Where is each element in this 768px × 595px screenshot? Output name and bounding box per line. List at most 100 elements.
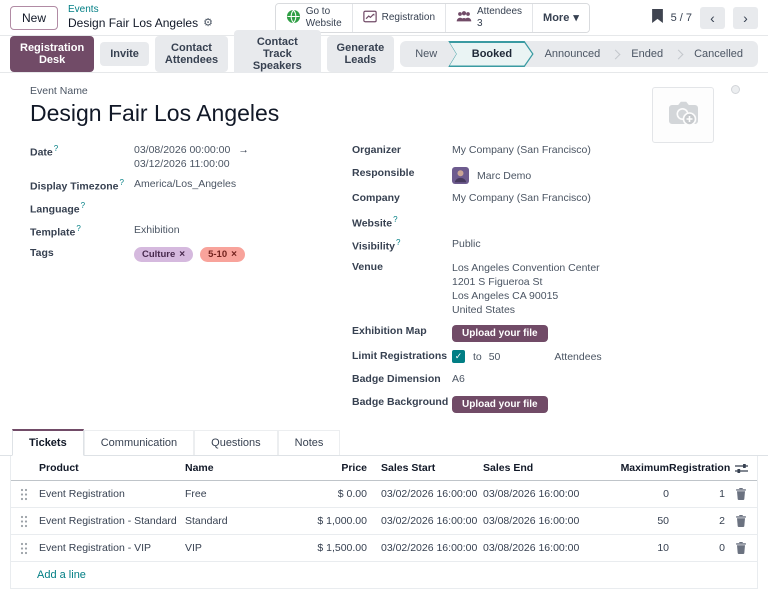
drag-handle-icon[interactable] <box>11 488 37 501</box>
cell-price[interactable]: $ 1,500.00 <box>293 542 367 554</box>
cell-name[interactable]: VIP <box>185 542 293 554</box>
stage-announced[interactable]: Announced <box>532 41 614 67</box>
template-select[interactable]: Exhibition <box>134 224 180 236</box>
tab-notes[interactable]: Notes <box>278 430 341 455</box>
header-name[interactable]: Name <box>185 462 293 474</box>
gear-icon[interactable]: ⚙ <box>203 17 213 30</box>
organizer-select[interactable]: My Company (San Francisco) <box>452 144 591 156</box>
tag-culture[interactable]: Culture × <box>134 247 193 262</box>
tab-tickets[interactable]: Tickets <box>12 429 84 456</box>
limit-registrations-checkbox[interactable]: ✓ <box>452 350 465 363</box>
pager-next-button[interactable]: › <box>733 7 758 29</box>
stage-ended[interactable]: Ended <box>618 41 676 67</box>
chart-icon <box>363 10 377 26</box>
cell-sales-start[interactable]: 03/02/2026 16:00:00 <box>367 542 469 554</box>
field-responsible: Responsible Marc Demo <box>352 167 674 184</box>
exhibition-map-upload-button[interactable]: Upload your file <box>452 325 548 342</box>
cell-sales-start[interactable]: 03/02/2026 16:00:00 <box>367 488 469 500</box>
cell-product[interactable]: Event Registration - Standard <box>37 515 185 527</box>
header-maximum[interactable]: Maximum <box>589 462 669 474</box>
company-select[interactable]: My Company (San Francisco) <box>452 192 591 204</box>
display-timezone-select[interactable]: America/Los_Angeles <box>134 178 236 190</box>
more-dropdown[interactable]: More ▾ <box>532 4 589 32</box>
add-a-line-link[interactable]: Add a line <box>37 569 86 581</box>
invite-button[interactable]: Invite <box>100 42 149 66</box>
help-icon[interactable]: ? <box>54 144 58 153</box>
cell-maximum[interactable]: 0 <box>589 488 669 500</box>
cell-name[interactable]: Free <box>185 488 293 500</box>
stage-cancelled[interactable]: Cancelled <box>681 41 756 67</box>
attendees-stat-button[interactable]: Attendees 3 <box>445 4 532 32</box>
page-title: Design Fair Los Angeles <box>68 16 198 30</box>
pager-previous-button[interactable]: ‹ <box>700 7 725 29</box>
kanban-state-circle[interactable] <box>731 85 740 94</box>
cell-price[interactable]: $ 1,000.00 <box>293 515 367 527</box>
help-icon[interactable]: ? <box>120 178 124 187</box>
date-end-input[interactable]: 03/12/2026 11:00:00 <box>134 158 230 170</box>
table-row[interactable]: Event Registration Free $ 0.00 03/02/202… <box>11 481 757 508</box>
cell-price[interactable]: $ 0.00 <box>293 488 367 500</box>
cell-sales-start[interactable]: 03/02/2026 16:00:00 <box>367 515 469 527</box>
field-visibility: Visibility? Public <box>352 238 674 253</box>
delete-row-icon[interactable] <box>725 488 757 500</box>
bookmark-icon[interactable] <box>652 9 663 26</box>
event-image-upload[interactable] <box>652 87 714 143</box>
stage-booked[interactable]: Booked <box>448 41 533 67</box>
contact-attendees-button[interactable]: Contact Attendees <box>155 36 228 72</box>
cell-maximum[interactable]: 50 <box>589 515 669 527</box>
registration-stat-button[interactable]: Registration <box>352 4 445 32</box>
date-start-input[interactable]: 03/08/2026 00:00:00 <box>134 144 230 156</box>
cell-maximum[interactable]: 10 <box>589 542 669 554</box>
cell-name[interactable]: Standard <box>185 515 293 527</box>
visibility-select[interactable]: Public <box>452 238 481 250</box>
badge-background-upload-button[interactable]: Upload your file <box>452 396 548 413</box>
cell-product[interactable]: Event Registration - VIP <box>37 542 185 554</box>
field-columns: Date? 03/08/2026 00:00:00 → 03/12/2026 1… <box>30 144 738 421</box>
delete-row-icon[interactable] <box>725 515 757 527</box>
help-icon[interactable]: ? <box>76 224 80 233</box>
cell-product[interactable]: Event Registration <box>37 488 185 500</box>
tab-communication[interactable]: Communication <box>84 430 194 455</box>
header-product[interactable]: Product <box>37 462 185 474</box>
venue-address[interactable]: Los Angeles Convention Center 1201 S Fig… <box>452 261 600 317</box>
generate-leads-button[interactable]: Generate Leads <box>327 36 395 72</box>
cell-sales-end[interactable]: 03/08/2026 16:00:00 <box>469 488 589 500</box>
header-sales-start[interactable]: Sales Start <box>367 462 469 474</box>
responsible-select[interactable]: Marc Demo <box>477 170 531 182</box>
help-icon[interactable]: ? <box>393 215 397 224</box>
breadcrumb: Events Design Fair Los Angeles ⚙ <box>68 4 213 30</box>
breadcrumb-parent[interactable]: Events <box>68 4 213 16</box>
cell-sales-end[interactable]: 03/08/2026 16:00:00 <box>469 515 589 527</box>
delete-row-icon[interactable] <box>725 542 757 554</box>
table-row[interactable]: Event Registration - VIP VIP $ 1,500.00 … <box>11 535 757 562</box>
tag-5-10[interactable]: 5-10 × <box>200 247 245 262</box>
drag-handle-icon[interactable] <box>11 542 37 555</box>
date-label: Date? <box>30 144 134 159</box>
field-exhibition-map: Exhibition Map Upload your file <box>352 325 674 342</box>
cell-registration: 0 <box>669 542 725 554</box>
badge-dimension-select[interactable]: A6 <box>452 373 465 385</box>
new-button[interactable]: New <box>10 6 58 30</box>
contact-track-speakers-button[interactable]: Contact Track Speakers <box>234 30 320 78</box>
limit-value-input[interactable]: 50 <box>489 351 501 363</box>
event-name-input[interactable]: Design Fair Los Angeles <box>30 100 738 127</box>
header-price[interactable]: Price <box>293 462 367 474</box>
help-icon[interactable]: ? <box>81 201 85 210</box>
cell-sales-end[interactable]: 03/08/2026 16:00:00 <box>469 542 589 554</box>
drag-handle-icon[interactable] <box>11 515 37 528</box>
help-icon[interactable]: ? <box>396 238 400 247</box>
stage-new[interactable]: New <box>402 41 450 67</box>
language-label: Language? <box>30 201 134 216</box>
tab-questions[interactable]: Questions <box>194 430 278 455</box>
tag-remove-icon[interactable]: × <box>179 249 185 260</box>
tag-remove-icon[interactable]: × <box>231 249 237 260</box>
header-sales-end[interactable]: Sales End <box>469 462 589 474</box>
header-registration[interactable]: Registration <box>669 462 725 474</box>
badge-dimension-label: Badge Dimension <box>352 373 452 385</box>
go-to-website-button[interactable]: Go to Website <box>276 4 352 32</box>
field-display-timezone: Display Timezone? America/Los_Angeles <box>30 178 342 193</box>
optional-columns-icon[interactable] <box>725 463 757 474</box>
table-row[interactable]: Event Registration - Standard Standard $… <box>11 508 757 535</box>
status-pipeline: New Booked Announced Ended Cancelled <box>400 41 758 67</box>
registration-desk-button[interactable]: Registration Desk <box>10 36 94 72</box>
